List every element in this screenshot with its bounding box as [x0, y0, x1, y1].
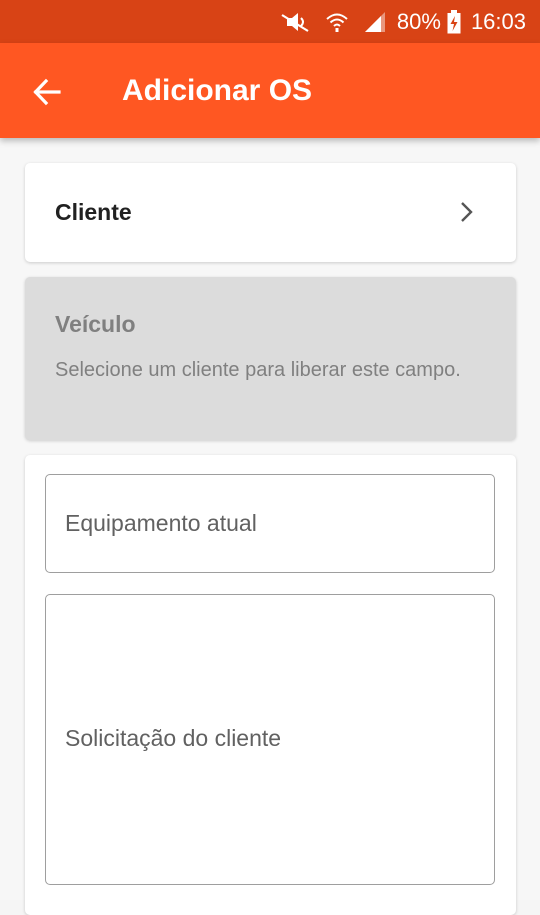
battery-charging-icon	[447, 9, 461, 34]
arrow-left-icon	[33, 78, 61, 106]
clock: 16:03	[470, 8, 526, 34]
back-button[interactable]	[22, 67, 72, 117]
status-bar: 80% 16:03	[0, 0, 540, 43]
equipamento-atual-placeholder: Equipamento atual	[65, 510, 257, 536]
solicitacao-cliente-field[interactable]: Solicitação do cliente	[45, 594, 495, 885]
veiculo-selector-disabled: Veículo Selecione um cliente para libera…	[25, 277, 516, 440]
veiculo-hint: Selecione um cliente para liberar este c…	[55, 359, 461, 381]
wifi-icon	[325, 11, 349, 33]
app-bar: Adicionar OS	[0, 43, 540, 138]
content: Cliente Veículo Selecione um cliente par…	[0, 138, 540, 915]
equipamento-atual-field[interactable]: Equipamento atual	[45, 474, 495, 573]
signal-icon	[363, 11, 387, 33]
os-form: Equipamento atual Solicitação do cliente	[25, 455, 516, 915]
page-title: Adicionar OS	[122, 74, 313, 107]
battery-percent: 80%	[396, 8, 441, 34]
veiculo-label: Veículo	[55, 311, 136, 337]
chevron-right-icon	[461, 202, 473, 222]
solicitacao-cliente-placeholder: Solicitação do cliente	[65, 725, 282, 751]
cliente-label: Cliente	[55, 199, 132, 225]
cliente-selector[interactable]: Cliente	[25, 163, 516, 262]
mute-icon	[279, 11, 311, 33]
